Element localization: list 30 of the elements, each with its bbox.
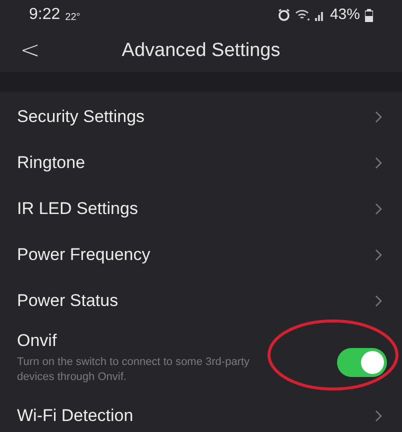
row-label: Security Settings <box>17 106 145 128</box>
chevron-icon <box>375 410 382 422</box>
settings-row[interactable]: Security Settings <box>0 94 402 140</box>
row-label: Wi-Fi Detection <box>17 405 134 428</box>
settings-row[interactable]: Wi-Fi Detection <box>0 393 402 432</box>
alarm-icon <box>278 9 290 21</box>
row-description: Turn on the switch to connect to some 3rd-party devices through Onvif. <box>17 355 251 385</box>
row-label: Power Status <box>17 290 118 312</box>
back-button[interactable]: < <box>20 36 40 64</box>
chevron-icon <box>375 157 382 169</box>
toggle-switch[interactable] <box>337 348 387 377</box>
page-title: Advanced Settings <box>122 38 280 63</box>
chevron-icon <box>375 295 382 307</box>
battery-icon <box>365 8 373 22</box>
settings-row[interactable]: Power Status <box>0 278 402 324</box>
row-label: Power Frequency <box>17 244 150 266</box>
row-label: Onvif <box>17 330 58 352</box>
row-label: Ringtone <box>17 152 86 174</box>
row-label: IR LED Settings <box>17 198 138 220</box>
settings-row[interactable]: Power Frequency <box>0 232 402 278</box>
status-time: 9:22 <box>29 5 60 25</box>
status-temperature: 22° <box>65 11 80 25</box>
chevron-icon <box>375 111 382 123</box>
chevron-icon <box>375 249 382 261</box>
battery-percent: 43% <box>330 4 360 25</box>
wifi-icon <box>294 9 310 21</box>
chevron-icon <box>375 203 382 215</box>
signal-icon <box>314 10 325 20</box>
settings-row[interactable]: IR LED Settings <box>0 186 402 232</box>
settings-row[interactable]: Ringtone <box>0 140 402 186</box>
